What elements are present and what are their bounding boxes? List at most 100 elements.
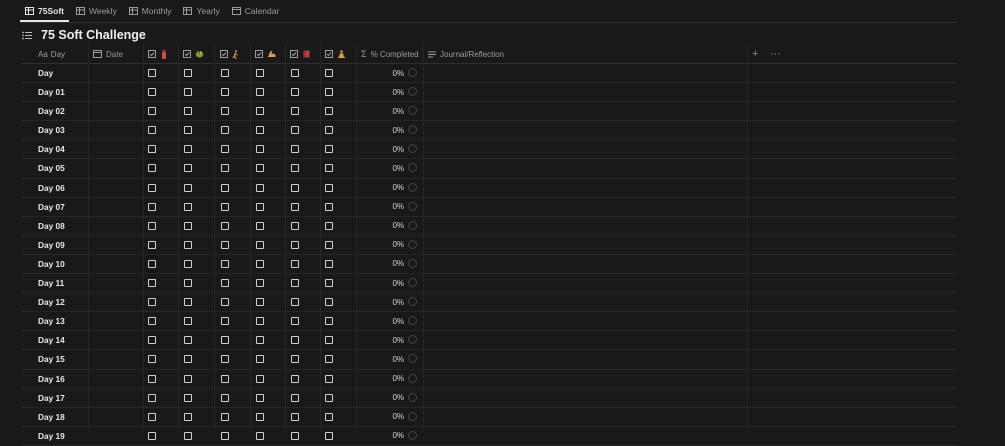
journal-cell[interactable] (423, 217, 747, 235)
habit-checkbox[interactable] (325, 355, 333, 364)
habit-checkbox[interactable] (184, 259, 192, 268)
habit-checkbox[interactable] (221, 374, 229, 383)
habit-checkbox[interactable] (148, 126, 156, 135)
habit-checkbox[interactable] (291, 279, 299, 288)
day-cell[interactable]: Day 19 (38, 427, 65, 445)
habit-checkbox[interactable] (184, 279, 192, 288)
day-cell[interactable]: Day 07 (38, 198, 65, 216)
column-header-habit-4[interactable] (255, 45, 276, 63)
date-cell[interactable] (88, 236, 143, 254)
habit-checkbox[interactable] (148, 298, 156, 307)
journal-cell[interactable] (423, 389, 747, 407)
habit-checkbox[interactable] (221, 183, 229, 192)
table-row[interactable]: Day 03 0% (22, 121, 957, 141)
habit-checkbox[interactable] (148, 317, 156, 326)
day-cell[interactable]: Day 04 (38, 140, 65, 158)
habit-checkbox[interactable] (148, 145, 156, 154)
date-cell[interactable] (88, 198, 143, 216)
day-cell[interactable]: Day 14 (38, 331, 65, 349)
habit-checkbox[interactable] (256, 336, 264, 345)
date-cell[interactable] (88, 293, 143, 311)
habit-checkbox[interactable] (256, 164, 264, 173)
habit-checkbox[interactable] (325, 183, 333, 192)
table-row[interactable]: Day 13 0% (22, 312, 957, 332)
habit-checkbox[interactable] (291, 259, 299, 268)
habit-checkbox[interactable] (184, 107, 192, 116)
journal-cell[interactable] (423, 427, 747, 445)
journal-cell[interactable] (423, 102, 747, 120)
habit-checkbox[interactable] (148, 393, 156, 402)
habit-checkbox[interactable] (325, 126, 333, 135)
habit-checkbox[interactable] (291, 355, 299, 364)
habit-checkbox[interactable] (184, 317, 192, 326)
journal-cell[interactable] (423, 274, 747, 292)
habit-checkbox[interactable] (291, 88, 299, 97)
table-row[interactable]: Day 08 0% (22, 217, 957, 236)
date-cell[interactable] (88, 274, 143, 292)
tab-monthly[interactable]: Monthly (124, 0, 177, 22)
habit-checkbox[interactable] (184, 202, 192, 211)
habit-checkbox[interactable] (148, 240, 156, 249)
habit-checkbox[interactable] (221, 88, 229, 97)
journal-cell[interactable] (423, 370, 747, 388)
habit-checkbox[interactable] (148, 88, 156, 97)
habit-checkbox[interactable] (291, 431, 299, 440)
habit-checkbox[interactable] (325, 393, 333, 402)
tab-yearly[interactable]: Yearly (178, 0, 224, 22)
habit-checkbox[interactable] (148, 279, 156, 288)
habit-checkbox[interactable] (221, 240, 229, 249)
habit-checkbox[interactable] (325, 69, 333, 77)
journal-cell[interactable] (423, 140, 747, 158)
habit-checkbox[interactable] (184, 221, 192, 230)
date-cell[interactable] (88, 102, 143, 120)
habit-checkbox[interactable] (291, 374, 299, 383)
list-icon[interactable] (22, 31, 32, 40)
habit-checkbox[interactable] (221, 126, 229, 135)
habit-checkbox[interactable] (184, 431, 192, 440)
habit-checkbox[interactable] (256, 317, 264, 326)
habit-checkbox[interactable] (256, 183, 264, 192)
habit-checkbox[interactable] (221, 298, 229, 307)
journal-cell[interactable] (423, 121, 747, 139)
habit-checkbox[interactable] (325, 164, 333, 173)
day-cell[interactable]: Day 08 (38, 217, 65, 235)
habit-checkbox[interactable] (256, 88, 264, 97)
habit-checkbox[interactable] (291, 202, 299, 211)
habit-checkbox[interactable] (184, 69, 192, 77)
habit-checkbox[interactable] (291, 412, 299, 421)
habit-checkbox[interactable] (184, 393, 192, 402)
habit-checkbox[interactable] (221, 164, 229, 173)
date-cell[interactable] (88, 408, 143, 426)
habit-checkbox[interactable] (291, 221, 299, 230)
habit-checkbox[interactable] (256, 107, 264, 116)
habit-checkbox[interactable] (291, 164, 299, 173)
habit-checkbox[interactable] (221, 393, 229, 402)
table-row[interactable]: Day 10 0% (22, 255, 957, 275)
habit-checkbox[interactable] (325, 202, 333, 211)
habit-checkbox[interactable] (291, 145, 299, 154)
day-cell[interactable]: Day 16 (38, 370, 65, 388)
habit-checkbox[interactable] (291, 298, 299, 307)
habit-checkbox[interactable] (256, 355, 264, 364)
habit-checkbox[interactable] (221, 412, 229, 421)
day-cell[interactable]: Day 11 (38, 274, 64, 292)
date-cell[interactable] (88, 217, 143, 235)
journal-cell[interactable] (423, 350, 747, 368)
habit-checkbox[interactable] (256, 374, 264, 383)
habit-checkbox[interactable] (184, 183, 192, 192)
habit-checkbox[interactable] (184, 164, 192, 173)
day-cell[interactable]: Day 13 (38, 312, 65, 330)
day-cell[interactable]: Day 01 (38, 83, 65, 101)
journal-cell[interactable] (423, 408, 747, 426)
habit-checkbox[interactable] (325, 145, 333, 154)
habit-checkbox[interactable] (256, 145, 264, 154)
table-row[interactable]: Day 02 0% (22, 102, 957, 122)
table-row[interactable]: Day 18 0% (22, 408, 957, 427)
habit-checkbox[interactable] (325, 374, 333, 383)
habit-checkbox[interactable] (256, 259, 264, 268)
habit-checkbox[interactable] (291, 317, 299, 326)
date-cell[interactable] (88, 350, 143, 368)
table-row[interactable]: Day 14 0% (22, 331, 957, 351)
journal-cell[interactable] (423, 159, 747, 177)
habit-checkbox[interactable] (256, 221, 264, 230)
